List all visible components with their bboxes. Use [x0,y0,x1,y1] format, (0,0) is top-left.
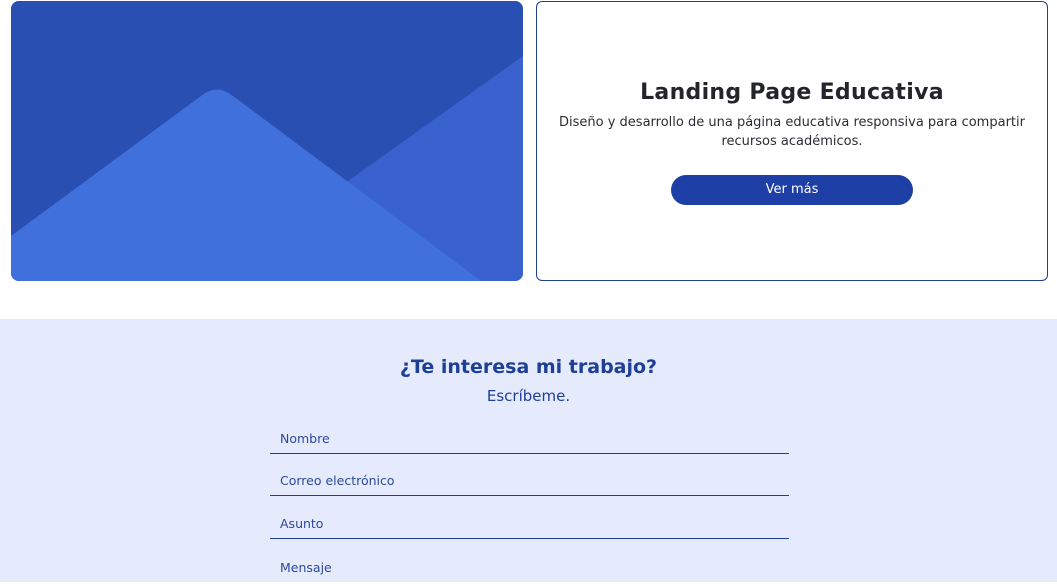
view-more-button[interactable]: Ver más [671,175,913,205]
project-description: Diseño y desarrollo de una página educat… [559,115,1025,149]
contact-subheading: Escríbeme. [486,387,571,405]
subject-field[interactable] [270,509,789,539]
project-card: Landing Page Educativa Diseño y desarrol… [536,1,1048,281]
name-field[interactable] [270,424,789,454]
mountain-placeholder-icon [11,1,523,281]
project-section: Landing Page Educativa Diseño y desarrol… [0,0,1057,319]
contact-heading: ¿Te interesa mi trabajo? [399,356,658,378]
contact-section: ¿Te interesa mi trabajo? Escríbeme. [0,319,1057,584]
message-field[interactable] [270,552,789,584]
email-field[interactable] [270,466,789,496]
project-title: Landing Page Educativa [640,80,944,105]
project-image [11,1,523,281]
